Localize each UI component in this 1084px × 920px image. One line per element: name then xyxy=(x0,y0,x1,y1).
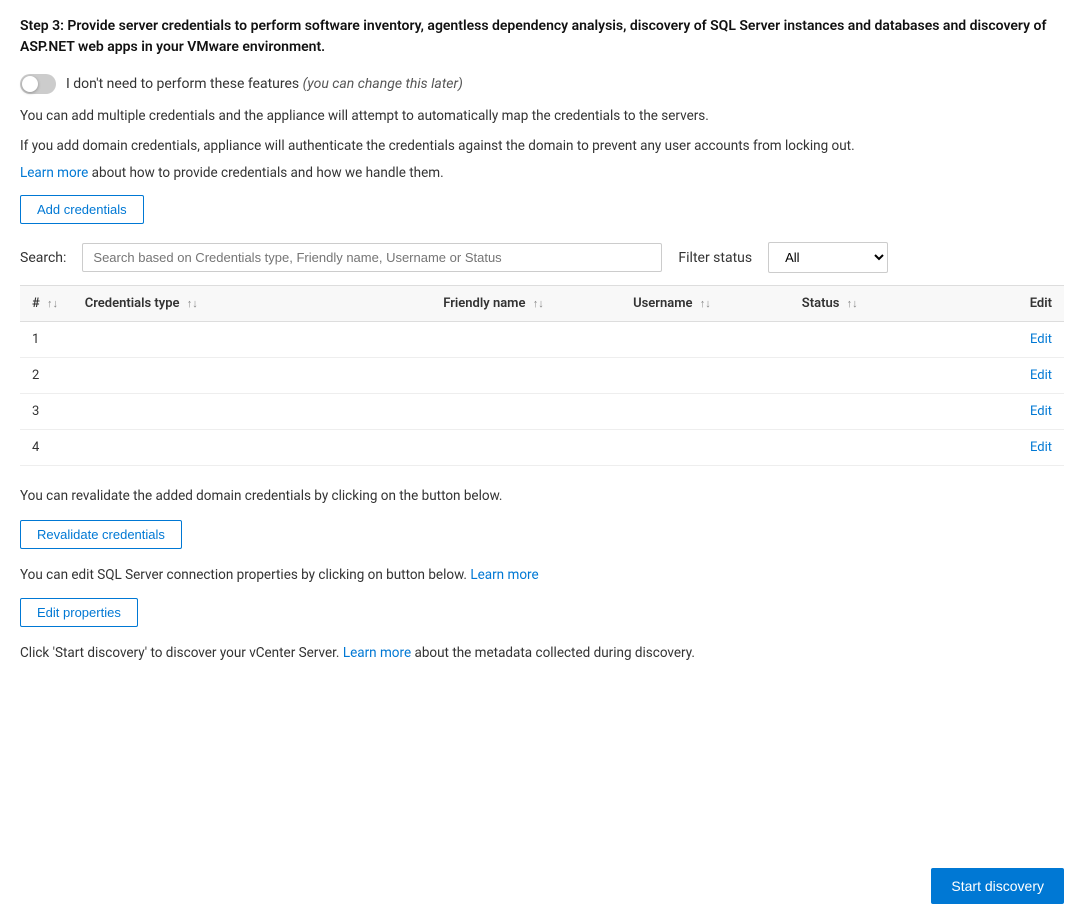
row-status xyxy=(790,358,1001,394)
filter-status-select[interactable]: All Valid Invalid Pending xyxy=(768,242,888,273)
revalidate-section-text: You can revalidate the added domain cred… xyxy=(20,486,1064,508)
row-friendly-name xyxy=(431,430,621,466)
row-username xyxy=(621,322,790,358)
edit-properties-section-text: You can edit SQL Server connection prope… xyxy=(20,565,1064,587)
row-edit-link[interactable]: Edit xyxy=(1001,394,1064,430)
edit-properties-button[interactable]: Edit properties xyxy=(20,598,138,627)
col-header-cred-type[interactable]: Credentials type ↑↓ xyxy=(73,286,432,322)
row-edit-link[interactable]: Edit xyxy=(1001,322,1064,358)
row-cred-type xyxy=(73,394,432,430)
row-username xyxy=(621,394,790,430)
col-header-edit: Edit xyxy=(1001,286,1064,322)
toggle-label: I don't need to perform these features (… xyxy=(66,76,463,92)
learn-more-row: Learn more about how to provide credenti… xyxy=(20,165,1064,181)
click-start-learn-more-link[interactable]: Learn more xyxy=(343,645,411,661)
search-input[interactable] xyxy=(82,243,662,272)
row-num: 3 xyxy=(20,394,73,430)
table-row: 4 Edit xyxy=(20,430,1064,466)
row-num: 2 xyxy=(20,358,73,394)
row-status xyxy=(790,430,1001,466)
start-discovery-button[interactable]: Start discovery xyxy=(931,868,1064,904)
col-header-friendly-name[interactable]: Friendly name ↑↓ xyxy=(431,286,621,322)
row-status xyxy=(790,394,1001,430)
row-username xyxy=(621,430,790,466)
col-header-num: # ↑↓ xyxy=(20,286,73,322)
filter-status-label: Filter status xyxy=(678,250,752,266)
row-cred-type xyxy=(73,430,432,466)
click-start-text: Click 'Start discovery' to discover your… xyxy=(20,643,1064,665)
table-row: 3 Edit xyxy=(20,394,1064,430)
edit-properties-learn-more-link[interactable]: Learn more xyxy=(470,567,538,583)
learn-more-link-1[interactable]: Learn more xyxy=(20,165,88,181)
toggle-switch[interactable] xyxy=(20,74,56,94)
row-edit-link[interactable]: Edit xyxy=(1001,430,1064,466)
row-num: 1 xyxy=(20,322,73,358)
credentials-table: # ↑↓ Credentials type ↑↓ Friendly name ↑… xyxy=(20,285,1064,466)
row-edit-link[interactable]: Edit xyxy=(1001,358,1064,394)
col-header-status[interactable]: Status ↑↓ xyxy=(790,286,1001,322)
search-label: Search: xyxy=(20,250,66,266)
row-cred-type xyxy=(73,358,432,394)
row-friendly-name xyxy=(431,394,621,430)
add-credentials-button[interactable]: Add credentials xyxy=(20,195,144,224)
row-num: 4 xyxy=(20,430,73,466)
row-friendly-name xyxy=(431,322,621,358)
revalidate-credentials-button[interactable]: Revalidate credentials xyxy=(20,520,182,549)
info-text-1: You can add multiple credentials and the… xyxy=(20,106,1064,128)
row-status xyxy=(790,322,1001,358)
col-header-username[interactable]: Username ↑↓ xyxy=(621,286,790,322)
info-text-2: If you add domain credentials, appliance… xyxy=(20,136,1064,158)
table-row: 1 Edit xyxy=(20,322,1064,358)
row-cred-type xyxy=(73,322,432,358)
step-title: Step 3: Provide server credentials to pe… xyxy=(20,16,1064,58)
table-row: 2 Edit xyxy=(20,358,1064,394)
row-friendly-name xyxy=(431,358,621,394)
row-username xyxy=(621,358,790,394)
